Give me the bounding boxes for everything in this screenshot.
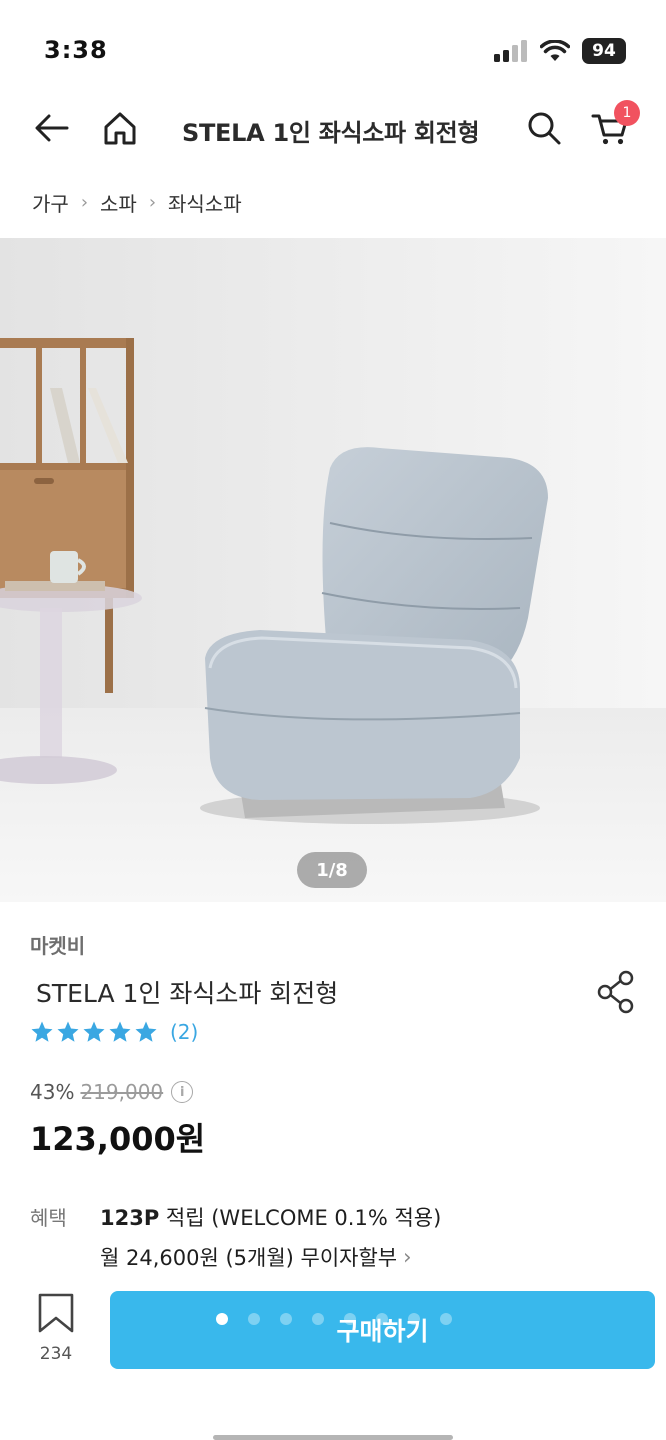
rating-stars[interactable]: (2) <box>30 1020 198 1044</box>
image-counter: 1/8 <box>297 852 367 888</box>
discount-rate: 43% <box>30 1080 75 1104</box>
carousel-dot <box>216 1313 228 1325</box>
status-time: 3:38 <box>44 36 108 64</box>
back-button[interactable] <box>27 104 75 152</box>
star-icon <box>135 1021 157 1042</box>
carousel-dot <box>312 1313 324 1325</box>
seller-name[interactable]: 마켓비 <box>30 930 85 959</box>
carousel-dots <box>216 1313 452 1325</box>
share-button[interactable] <box>594 968 638 1016</box>
search-icon <box>528 112 561 145</box>
status-bar: 3:38 94 <box>0 0 666 100</box>
signal-icon <box>494 40 527 62</box>
info-icon[interactable]: i <box>171 1081 194 1103</box>
carousel-dot <box>344 1313 356 1325</box>
breadcrumb: 가구 › 소파 › 좌식소파 <box>32 188 242 217</box>
carousel-dot <box>280 1313 292 1325</box>
bottom-action-bar: 234 구매하기 <box>0 1280 666 1440</box>
points-text: 적립 (WELCOME 0.1% 적용) <box>165 1206 442 1230</box>
breadcrumb-item-sofa[interactable]: 소파 <box>100 188 137 217</box>
status-icons: 94 <box>494 38 626 64</box>
sale-price: 123,000원 <box>30 1120 206 1158</box>
installment-link[interactable]: 월 24,600원 (5개월) 무이자할부 › <box>100 1242 412 1272</box>
back-arrow-icon <box>35 114 69 142</box>
carousel-dot <box>248 1313 260 1325</box>
bookmark-count: 234 <box>39 1344 73 1364</box>
product-photo <box>0 238 666 902</box>
nav-bar: STELA 1인 좌식소파 회전형 1 <box>0 100 666 160</box>
original-price: 219,000 <box>80 1080 164 1104</box>
carousel-dot <box>408 1313 420 1325</box>
chevron-right-icon: › <box>80 192 89 213</box>
home-icon <box>104 112 136 145</box>
product-image-carousel[interactable]: 1/8 <box>0 238 666 902</box>
breadcrumb-item-furniture[interactable]: 가구 <box>32 188 69 217</box>
breadcrumb-item-floor-sofa[interactable]: 좌식소파 <box>168 188 242 217</box>
search-button[interactable] <box>520 104 568 152</box>
buy-button[interactable]: 구매하기 <box>110 1291 655 1369</box>
bookmark-button[interactable]: 234 <box>28 1292 84 1364</box>
page-title: STELA 1인 좌식소파 회전형 <box>182 119 480 147</box>
bookmark-icon <box>38 1293 74 1333</box>
benefit-label: 혜택 <box>30 1206 67 1230</box>
share-icon <box>597 970 634 1014</box>
star-icon <box>31 1021 53 1042</box>
wifi-icon <box>540 40 570 61</box>
product-title: STELA 1인 좌식소파 회전형 <box>36 979 339 1008</box>
carousel-dot <box>376 1313 388 1325</box>
home-button[interactable] <box>96 104 144 152</box>
installment-text: 월 24,600원 (5개월) 무이자할부 <box>100 1246 398 1270</box>
cart-button[interactable]: 1 <box>586 100 640 152</box>
home-indicator <box>213 1435 453 1440</box>
star-icon <box>109 1021 131 1042</box>
star-icon <box>83 1021 105 1042</box>
star-icon <box>57 1021 79 1042</box>
points-amount: 123P <box>100 1206 160 1230</box>
chevron-right-icon: › <box>148 192 157 213</box>
carousel-dot <box>440 1313 452 1325</box>
cart-count-badge: 1 <box>614 100 640 126</box>
discount-row: 43% 219,000 i <box>30 1080 194 1104</box>
chevron-right-icon: › <box>403 1245 412 1269</box>
review-count[interactable]: (2) <box>170 1020 198 1044</box>
battery-indicator: 94 <box>582 38 626 64</box>
benefit-points: 123P 적립 (WELCOME 0.1% 적용) <box>100 1202 441 1232</box>
